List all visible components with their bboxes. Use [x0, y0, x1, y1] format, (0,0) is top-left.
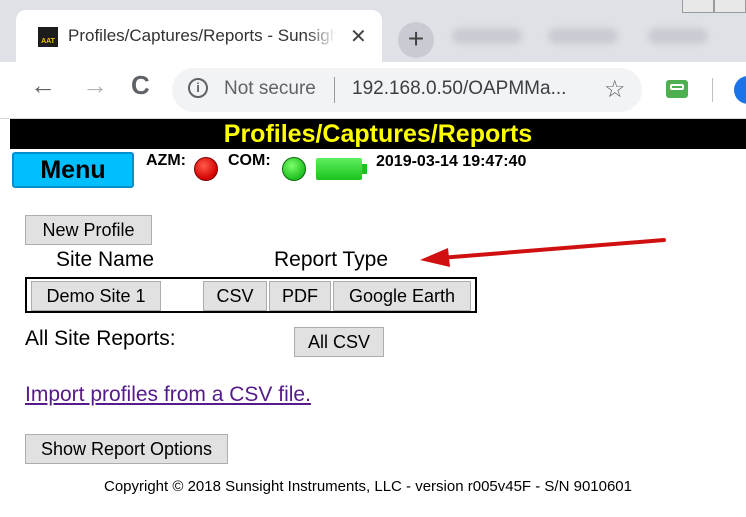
browser-toolbar: ← → C i Not secure 192.168.0.50/OAPMMa..…: [0, 62, 746, 119]
close-tab-icon[interactable]: ✕: [350, 24, 367, 49]
com-status-led-icon: [282, 157, 306, 181]
annotation-arrow-icon: [420, 238, 666, 267]
azm-status-led-icon: [194, 157, 218, 181]
google-earth-report-button[interactable]: Google Earth: [333, 281, 471, 311]
pdf-report-button[interactable]: PDF: [269, 281, 331, 311]
profile-row: Demo Site 1 CSV PDF Google Earth: [25, 277, 477, 313]
extension-icon[interactable]: [666, 80, 688, 98]
blurred-tab-title: [548, 28, 618, 44]
info-icon[interactable]: i: [188, 78, 208, 98]
back-arrow-icon[interactable]: ←: [30, 70, 56, 101]
site-name-header: Site Name: [56, 248, 155, 271]
blurred-tab-title: [648, 28, 708, 44]
tab-title: Profiles/Captures/Reports - Sunsight: [68, 26, 336, 46]
security-label: Not secure: [224, 78, 316, 99]
menu-button[interactable]: Menu: [12, 152, 134, 188]
new-profile-button[interactable]: New Profile: [25, 215, 152, 245]
com-label: COM:: [228, 152, 271, 169]
minimize-button[interactable]: [682, 0, 714, 13]
address-bar[interactable]: i Not secure 192.168.0.50/OAPMMa... ☆: [172, 68, 642, 112]
omnibox-divider: [334, 77, 335, 103]
page-title: Profiles/Captures/Reports: [10, 119, 746, 149]
annotation-arrow-shaft: [438, 238, 666, 260]
bookmark-star-icon[interactable]: ☆: [604, 75, 626, 104]
forward-arrow-icon[interactable]: →: [82, 70, 108, 101]
show-report-options-button[interactable]: Show Report Options: [25, 434, 228, 464]
url-text[interactable]: 192.168.0.50/OAPMMa...: [352, 78, 566, 100]
browser-tabstrip: AAT Profiles/Captures/Reports - Sunsight…: [0, 0, 746, 62]
report-type-header: Report Type: [274, 248, 389, 271]
annotation-arrow-head: [420, 248, 450, 267]
toolbar-divider: [712, 78, 713, 102]
azm-label: AZM:: [146, 152, 186, 169]
reload-icon[interactable]: C: [131, 70, 150, 101]
site-favicon-icon: AAT: [38, 27, 58, 47]
status-datetime: 2019-03-14 19:47:40: [376, 153, 527, 170]
blurred-tab-title: [452, 28, 522, 44]
battery-icon: [316, 158, 367, 180]
site-name-button[interactable]: Demo Site 1: [31, 281, 161, 311]
import-csv-link[interactable]: Import profiles from a CSV file.: [25, 383, 311, 407]
all-site-reports-label: All Site Reports:: [25, 327, 176, 350]
maximize-button[interactable]: [714, 0, 746, 13]
csv-report-button[interactable]: CSV: [203, 281, 267, 311]
all-csv-button[interactable]: All CSV: [294, 327, 384, 357]
copyright-text: Copyright © 2018 Sunsight Instruments, L…: [104, 478, 632, 495]
profile-avatar-icon[interactable]: [734, 76, 746, 104]
new-tab-button[interactable]: +: [398, 22, 434, 58]
browser-tab-active[interactable]: AAT Profiles/Captures/Reports - Sunsight…: [16, 10, 382, 62]
